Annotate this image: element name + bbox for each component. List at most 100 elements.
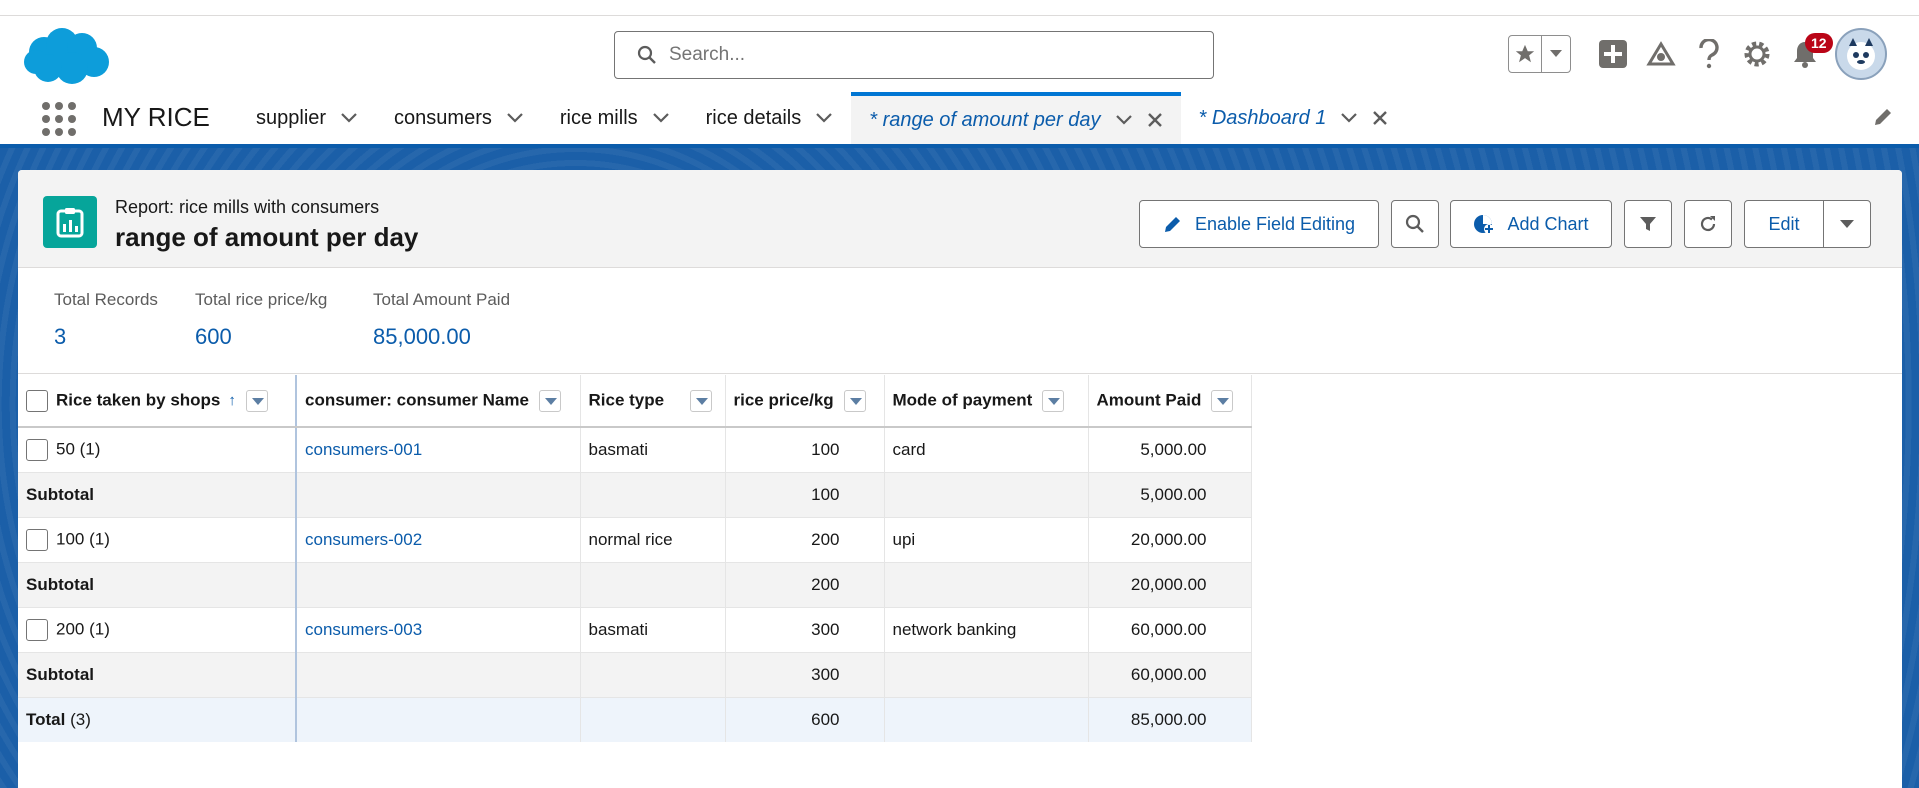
notification-count-badge: 12 xyxy=(1805,33,1833,53)
tab-range-of-amount-per-day[interactable]: * range of amount per day xyxy=(851,92,1181,144)
row-checkbox[interactable] xyxy=(26,438,48,461)
tab-label: * range of amount per day xyxy=(869,108,1101,131)
app-launcher-icon[interactable] xyxy=(42,102,76,136)
global-search-input[interactable]: Search... xyxy=(614,31,1214,79)
group-cell: 50 (1) xyxy=(18,427,297,473)
tab-consumers[interactable]: consumers xyxy=(376,92,542,144)
column-header-rice-price[interactable]: rice price/kg xyxy=(725,375,885,428)
row-checkbox[interactable] xyxy=(26,618,48,641)
report-header: Report: rice mills with consumers range … xyxy=(18,170,1902,268)
subtotal-amount: 60,000.00 xyxy=(1088,652,1252,698)
rice-type-cell: normal rice xyxy=(580,517,726,563)
row-checkbox[interactable] xyxy=(26,528,48,551)
total-amount: 85,000.00 xyxy=(1088,697,1252,742)
consumer-name-link[interactable]: consumers-003 xyxy=(296,607,581,653)
chart-icon xyxy=(1474,215,1495,234)
trailhead-icon[interactable] xyxy=(1637,40,1685,68)
more-actions-dropdown[interactable] xyxy=(1823,200,1871,248)
user-avatar[interactable] xyxy=(1835,28,1887,80)
empty-cell xyxy=(296,697,581,742)
add-chart-button[interactable]: Add Chart xyxy=(1450,200,1612,248)
subtotal-price: 300 xyxy=(725,652,885,698)
subtotal-price: 100 xyxy=(725,472,885,518)
group-cell: 100 (1) xyxy=(18,517,297,563)
summary-label: Total rice price/kg xyxy=(195,290,328,309)
subtotal-label: Subtotal xyxy=(18,472,297,518)
setup-gear-icon[interactable] xyxy=(1733,39,1781,69)
rice-type-cell: basmati xyxy=(580,607,726,653)
tab-rice-details[interactable]: rice details xyxy=(688,92,852,144)
amount-cell: 20,000.00 xyxy=(1088,517,1252,563)
column-header-rice-taken-by-shops[interactable]: Rice taken by shops ↑ xyxy=(18,375,297,428)
consumer-name-link[interactable]: consumers-001 xyxy=(296,427,581,473)
nav-tabs: supplier consumers rice mills rice detai… xyxy=(238,92,1406,144)
button-label: Enable Field Editing xyxy=(1194,213,1356,234)
tab-supplier[interactable]: supplier xyxy=(238,92,376,144)
global-actions-plus-icon[interactable] xyxy=(1589,39,1637,69)
favorites-dropdown-icon[interactable] xyxy=(1542,36,1570,72)
app-navigation-bar: MY RICE supplier consumers rice mills ri… xyxy=(0,92,1919,148)
tab-dashboard-1[interactable]: * Dashboard 1 xyxy=(1181,92,1407,144)
empty-cell xyxy=(296,472,581,518)
column-label: consumer: consumer Name xyxy=(305,389,529,409)
tab-label: consumers xyxy=(394,106,492,129)
refresh-button[interactable] xyxy=(1684,200,1732,248)
search-icon xyxy=(637,45,656,64)
help-icon[interactable] xyxy=(1685,39,1733,69)
total-count: (3) xyxy=(70,709,91,729)
column-label: Mode of payment xyxy=(892,389,1033,409)
tab-label: supplier xyxy=(256,106,327,129)
column-menu-icon[interactable] xyxy=(690,389,713,412)
column-header-rice-type[interactable]: Rice type xyxy=(580,375,726,428)
table-header-row: Rice taken by shops ↑ consumer: consumer … xyxy=(18,375,1252,428)
group-label: 100 (1) xyxy=(56,528,110,548)
column-menu-icon[interactable] xyxy=(1211,389,1234,412)
enable-field-editing-button[interactable]: Enable Field Editing xyxy=(1139,200,1379,248)
total-price: 600 xyxy=(725,697,885,742)
rice-type-cell: basmati xyxy=(580,427,726,473)
chevron-down-icon[interactable] xyxy=(340,112,358,124)
group-label: 200 (1) xyxy=(56,618,110,638)
empty-cell xyxy=(580,697,726,742)
chevron-down-icon[interactable] xyxy=(1340,112,1358,124)
chevron-down-icon[interactable] xyxy=(506,112,524,124)
edit-nav-pencil-icon[interactable] xyxy=(1872,106,1894,128)
select-all-checkbox[interactable] xyxy=(26,389,48,412)
favorites-star-icon[interactable] xyxy=(1509,36,1543,72)
price-cell: 100 xyxy=(725,427,885,473)
total-label-cell: Total (3) xyxy=(18,697,297,742)
close-tab-icon[interactable] xyxy=(1147,112,1163,128)
filter-button[interactable] xyxy=(1624,200,1672,248)
column-menu-icon[interactable] xyxy=(538,389,561,412)
report-icon xyxy=(43,196,97,248)
column-menu-icon[interactable] xyxy=(1042,389,1065,412)
group-label: 50 (1) xyxy=(56,439,101,459)
sort-ascending-icon[interactable]: ↑ xyxy=(228,392,236,409)
column-label: Rice type xyxy=(588,389,665,409)
empty-cell xyxy=(884,697,1089,742)
salesforce-logo-icon[interactable] xyxy=(22,26,112,88)
edit-button[interactable]: Edit xyxy=(1744,200,1824,248)
close-tab-icon[interactable] xyxy=(1372,110,1388,126)
notifications-bell-icon[interactable]: 12 xyxy=(1781,33,1833,69)
chevron-down-icon[interactable] xyxy=(1115,114,1133,126)
report-card: Report: rice mills with consumers range … xyxy=(18,170,1902,788)
search-placeholder: Search... xyxy=(669,44,746,65)
chevron-down-icon[interactable] xyxy=(815,112,833,124)
refresh-icon xyxy=(1700,216,1716,232)
column-header-mode-of-payment[interactable]: Mode of payment xyxy=(884,375,1089,428)
column-menu-icon[interactable] xyxy=(843,389,866,412)
column-header-amount-paid[interactable]: Amount Paid xyxy=(1088,375,1252,428)
tab-label: * Dashboard 1 xyxy=(1198,106,1327,129)
column-header-consumer-name[interactable]: consumer: consumer Name xyxy=(296,375,581,428)
search-report-button[interactable] xyxy=(1391,200,1439,248)
tab-label: rice mills xyxy=(559,106,638,129)
report-subtitle: Report: rice mills with consumers xyxy=(115,197,380,217)
chevron-down-icon[interactable] xyxy=(652,112,670,124)
column-menu-icon[interactable] xyxy=(245,389,268,412)
consumer-name-link[interactable]: consumers-002 xyxy=(296,517,581,563)
mode-cell: network banking xyxy=(884,607,1089,653)
empty-cell xyxy=(580,472,726,518)
tab-rice-mills[interactable]: rice mills xyxy=(542,92,688,144)
browser-top-strip xyxy=(0,0,1919,16)
